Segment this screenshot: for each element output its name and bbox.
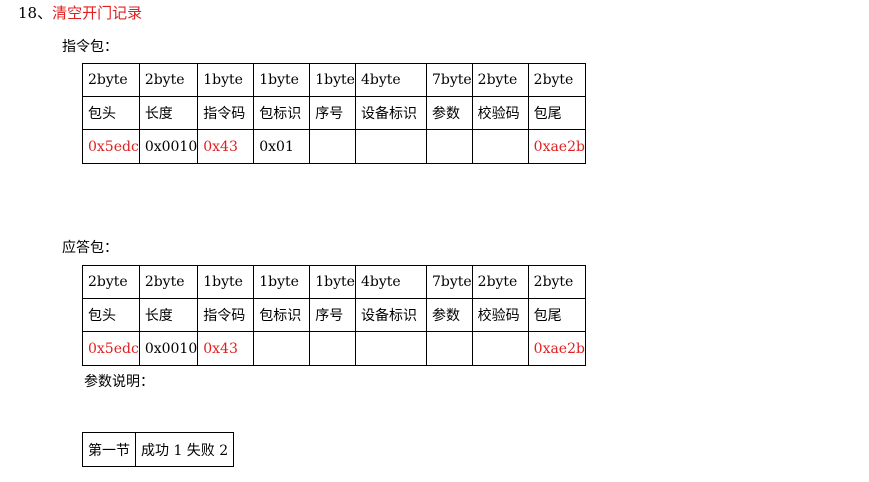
field-row: 包头 长度 指令码 包标识 序号 设备标识 参数 校验码 包尾 <box>82 96 586 130</box>
value-cell <box>253 331 311 366</box>
value-row: 0x5edc 0x0010 0x43 0x01 0xae2b <box>82 129 586 164</box>
field-cell: 指令码 <box>197 96 255 130</box>
params-row: 第一节 成功 1 失败 2 <box>82 432 235 467</box>
value-cell: 0x5edc <box>82 331 140 366</box>
value-cell <box>309 331 356 366</box>
size-cell: 1byte <box>197 265 255 299</box>
response-packet-table: 2byte 2byte 1byte 1byte 1byte 4byte 7byt… <box>82 265 586 366</box>
field-cell: 包头 <box>82 298 140 332</box>
value-row: 0x5edc 0x0010 0x43 0xae2b <box>82 331 586 366</box>
value-cell: 0x5edc <box>82 129 140 164</box>
size-cell: 2byte <box>82 63 140 97</box>
size-cell: 4byte <box>354 265 427 299</box>
value-cell <box>354 129 427 164</box>
field-cell: 设备标识 <box>354 96 427 130</box>
value-cell: 0x0010 <box>138 331 199 366</box>
size-cell: 2byte <box>527 63 586 97</box>
field-cell: 长度 <box>138 298 199 332</box>
size-row: 2byte 2byte 1byte 1byte 1byte 4byte 7byt… <box>82 265 586 299</box>
value-cell <box>354 331 427 366</box>
size-cell: 2byte <box>138 63 199 97</box>
size-row: 2byte 2byte 1byte 1byte 1byte 4byte 7byt… <box>82 63 586 97</box>
size-cell: 1byte <box>309 63 356 97</box>
size-cell: 2byte <box>471 63 529 97</box>
field-cell: 指令码 <box>197 298 255 332</box>
field-row: 包头 长度 指令码 包标识 序号 设备标识 参数 校验码 包尾 <box>82 298 586 332</box>
response-packet-label: 应答包： <box>62 240 118 256</box>
value-cell: 0x43 <box>197 129 255 164</box>
field-cell: 包尾 <box>527 298 586 332</box>
size-cell: 2byte <box>471 265 529 299</box>
field-cell: 包尾 <box>527 96 586 130</box>
size-cell: 1byte <box>197 63 255 97</box>
section-number: 18、 <box>18 4 53 22</box>
params-description-cell: 成功 1 失败 2 <box>134 432 235 467</box>
section-heading: 18、清空开门记录 <box>18 4 142 22</box>
section-title: 清空开门记录 <box>52 4 143 22</box>
size-cell: 2byte <box>138 265 199 299</box>
size-cell: 7byte <box>425 63 473 97</box>
field-cell: 长度 <box>138 96 199 130</box>
field-cell: 序号 <box>309 96 356 130</box>
size-cell: 2byte <box>527 265 586 299</box>
value-cell <box>471 129 529 164</box>
value-cell: 0x01 <box>253 129 311 164</box>
value-cell <box>309 129 356 164</box>
command-packet-table: 2byte 2byte 1byte 1byte 1byte 4byte 7byt… <box>82 63 586 164</box>
size-cell: 1byte <box>253 265 311 299</box>
field-cell: 包头 <box>82 96 140 130</box>
params-byte-cell: 第一节 <box>82 432 136 467</box>
params-table: 第一节 成功 1 失败 2 <box>82 432 235 467</box>
field-cell: 设备标识 <box>354 298 427 332</box>
size-cell: 1byte <box>253 63 311 97</box>
field-cell: 校验码 <box>471 96 529 130</box>
value-cell: 0xae2b <box>527 331 586 366</box>
size-cell: 7byte <box>425 265 473 299</box>
field-cell: 校验码 <box>471 298 529 332</box>
params-label: 参数说明： <box>84 374 154 390</box>
field-cell: 参数 <box>425 298 473 332</box>
field-cell: 包标识 <box>253 298 311 332</box>
value-cell: 0x0010 <box>138 129 199 164</box>
field-cell: 包标识 <box>253 96 311 130</box>
field-cell: 序号 <box>309 298 356 332</box>
value-cell: 0xae2b <box>527 129 586 164</box>
value-cell: 0x43 <box>197 331 255 366</box>
command-packet-label: 指令包： <box>62 39 118 55</box>
field-cell: 参数 <box>425 96 473 130</box>
value-cell <box>425 331 473 366</box>
value-cell <box>425 129 473 164</box>
size-cell: 1byte <box>309 265 356 299</box>
size-cell: 4byte <box>354 63 427 97</box>
value-cell <box>471 331 529 366</box>
size-cell: 2byte <box>82 265 140 299</box>
